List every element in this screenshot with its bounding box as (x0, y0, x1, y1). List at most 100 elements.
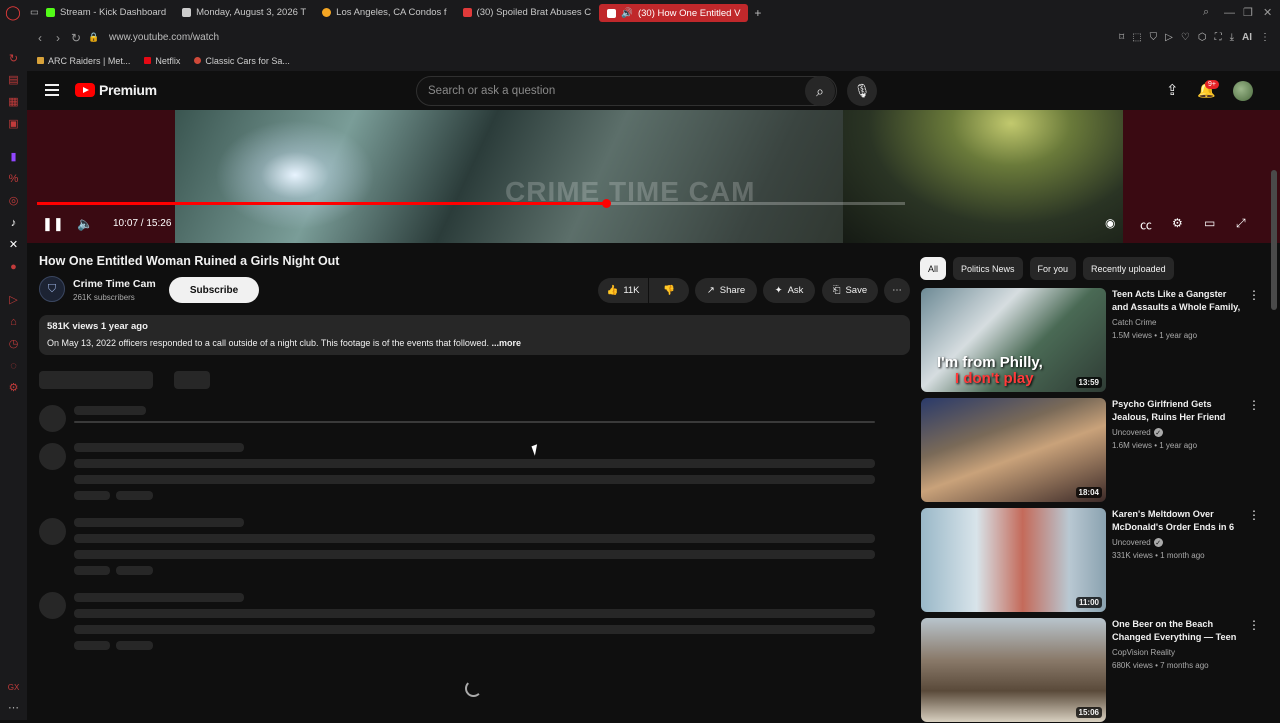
save-button[interactable]: ⎗ Save (822, 278, 878, 303)
opera-logo-icon[interactable]: ◯ (0, 0, 26, 25)
twitch-icon[interactable]: ▮ (7, 150, 20, 163)
duration-badge: 11:00 (1075, 597, 1102, 608)
x-icon[interactable]: ✕ (7, 238, 20, 251)
download-icon[interactable]: ⤓ (1230, 32, 1234, 43)
player-icon[interactable]: ▷ (7, 293, 20, 306)
subscribe-button[interactable]: Subscribe (169, 277, 259, 303)
menu-icon[interactable]: ⋮ (1260, 32, 1270, 43)
chat-icon[interactable]: ◌ (7, 359, 20, 372)
video-thumbnail[interactable]: 11:00 (921, 508, 1106, 612)
recommendation-title[interactable]: Karen's Meltdown Over McDonald's Order E… (1112, 508, 1244, 534)
ask-button[interactable]: ✦ Ask (763, 278, 815, 303)
tab-active-video[interactable]: 🔊 (30) How One Entitled V (599, 4, 749, 22)
avatar[interactable] (1233, 81, 1253, 101)
autoplay-toggle-icon[interactable]: ◉ (1105, 216, 1115, 230)
m-icon[interactable]: ▣ (7, 117, 20, 130)
maximize-icon[interactable]: ❐ (1243, 0, 1253, 25)
youtube-music-icon[interactable]: ● (7, 260, 20, 273)
dislike-button[interactable]: 👎 (649, 278, 689, 303)
fullscreen-icon[interactable]: ⤢ (1236, 216, 1246, 231)
bookmark-classic-cars[interactable]: Classic Cars for Sa... (194, 56, 290, 66)
tiktok-icon[interactable]: ♪ (7, 216, 20, 229)
recommendation-channel[interactable]: Uncovered ✓ (1112, 538, 1163, 547)
chip-for-you[interactable]: For you (1029, 257, 1077, 280)
page-scrollbar[interactable] (1271, 170, 1277, 310)
heart-icon[interactable]: ♡ (1181, 32, 1190, 43)
more-options-icon[interactable]: ⋮ (1248, 288, 1260, 302)
workspaces-icon[interactable]: ▭ (26, 0, 38, 25)
play-icon[interactable]: ▷ (1165, 32, 1173, 43)
settings-icon[interactable]: ⚙ (7, 381, 20, 394)
search-input[interactable]: Search or ask a question (416, 76, 837, 106)
progress-bar[interactable] (37, 199, 905, 208)
chip-all[interactable]: All (920, 257, 947, 280)
recommendation-item[interactable]: 18:04 Psycho Girlfriend Gets Jealous, Ru… (920, 398, 1265, 503)
chip-politics-news[interactable]: Politics News (953, 257, 1023, 280)
tab-date[interactable]: Monday, August 3, 2026 T (174, 0, 314, 25)
box-icon[interactable]: ⛶ (1215, 32, 1222, 43)
description-box[interactable]: 581K views 1 year ago On May 13, 2022 of… (39, 315, 910, 355)
tab-spoiled-brat[interactable]: (30) Spoiled Brat Abuses C (455, 0, 600, 25)
like-button[interactable]: 👍 11K (598, 278, 648, 303)
clock-icon[interactable]: ◷ (7, 337, 20, 350)
recommendation-title[interactable]: One Beer on the Beach Changed Everything… (1112, 618, 1244, 644)
instagram-icon[interactable]: ◎ (7, 194, 20, 207)
scrubber-handle[interactable] (601, 199, 611, 208)
captions-icon[interactable]: ㏄ (1140, 216, 1152, 233)
recommendation-item[interactable]: 11:00 Karen's Meltdown Over McDonald's O… (920, 508, 1265, 613)
new-tab-button[interactable]: + (748, 6, 767, 20)
video-player[interactable]: CRIME TIME CAM ❚❚ 🔈 10:07 / 15:26 ◉ ㏄ ⚙ … (27, 110, 1280, 243)
percent-icon[interactable]: % (7, 172, 20, 185)
theater-mode-icon[interactable]: ▭ (1204, 216, 1215, 230)
channel-avatar[interactable]: ⛉ (39, 276, 65, 302)
minimize-icon[interactable]: — (1224, 0, 1235, 25)
search-icon[interactable]: ⌕ (805, 76, 835, 106)
recommendation-title[interactable]: Psycho Girlfriend Gets Jealous, Ruins He… (1112, 398, 1244, 424)
more-options-icon[interactable]: ⋮ (1248, 508, 1260, 522)
gaming-icon[interactable]: ▦ (7, 95, 20, 108)
video-thumbnail[interactable]: 18:04 (921, 398, 1106, 502)
reload-icon[interactable]: ↻ (67, 31, 85, 45)
bookmark-arc-raiders[interactable]: ARC Raiders | Met... (37, 56, 130, 66)
bookmark-netflix[interactable]: Netflix (144, 56, 180, 66)
more-icon[interactable]: ⋯ (7, 701, 20, 714)
menu-icon[interactable] (45, 84, 59, 96)
more-link[interactable]: ...more (491, 338, 521, 348)
back-icon[interactable]: ‹ (31, 31, 49, 45)
more-actions-button[interactable]: ⋯ (884, 278, 910, 303)
volume-icon[interactable]: 🔈 (77, 216, 93, 232)
shield-icon[interactable]: ⛉ (1150, 32, 1158, 43)
recommendation-item[interactable]: I'm from Philly, I don't play 13:59 Teen… (920, 288, 1265, 393)
gx-icon[interactable]: GX (7, 681, 20, 694)
tab-condos[interactable]: Los Angeles, CA Condos f (314, 0, 454, 25)
recommendation-channel[interactable]: CopVision Reality (1112, 648, 1175, 657)
recommendation-channel[interactable]: Uncovered ✓ (1112, 428, 1163, 437)
pause-icon[interactable]: ❚❚ (42, 216, 64, 232)
close-icon[interactable]: ✕ (1263, 0, 1272, 25)
channel-name[interactable]: Crime Time Cam (73, 278, 156, 290)
pin-icon[interactable]: ⌂ (7, 315, 20, 328)
history-icon[interactable]: ↻ (7, 52, 20, 65)
url-field[interactable]: www.youtube.com/watch (109, 32, 219, 43)
bookmark-icon[interactable]: ⌑ (1119, 32, 1124, 43)
video-thumbnail[interactable]: 15:06 (921, 618, 1106, 722)
recommendation-item[interactable]: 15:06 One Beer on the Beach Changed Ever… (920, 618, 1265, 723)
extensions-icon[interactable]: ⬡ (1198, 32, 1207, 43)
recommendation-title[interactable]: Teen Acts Like a Gangster and Assaults a… (1112, 288, 1244, 314)
video-thumbnail[interactable]: I'm from Philly, I don't play 13:59 (921, 288, 1106, 392)
recommendation-channel[interactable]: Catch Crime (1112, 318, 1156, 327)
settings-gear-icon[interactable]: ⚙ (1172, 216, 1183, 230)
more-options-icon[interactable]: ⋮ (1248, 618, 1260, 632)
ai-button[interactable]: AI (1242, 32, 1252, 43)
bag-icon[interactable]: ▤ (7, 73, 20, 86)
microphone-icon[interactable]: 🎙 (847, 76, 877, 106)
search-tabs-icon[interactable]: ⌕ (1203, 0, 1209, 25)
snapshot-icon[interactable]: ⬚ (1132, 32, 1141, 43)
share-button[interactable]: ↗ Share (695, 278, 757, 303)
more-options-icon[interactable]: ⋮ (1248, 398, 1260, 412)
upload-icon[interactable]: ⇪ (1166, 81, 1179, 99)
youtube-logo[interactable]: Premium (75, 82, 157, 98)
chip-recently-uploaded[interactable]: Recently uploaded (1083, 257, 1174, 280)
tab-kick[interactable]: Stream - Kick Dashboard (38, 0, 174, 25)
forward-icon[interactable]: › (49, 31, 67, 45)
